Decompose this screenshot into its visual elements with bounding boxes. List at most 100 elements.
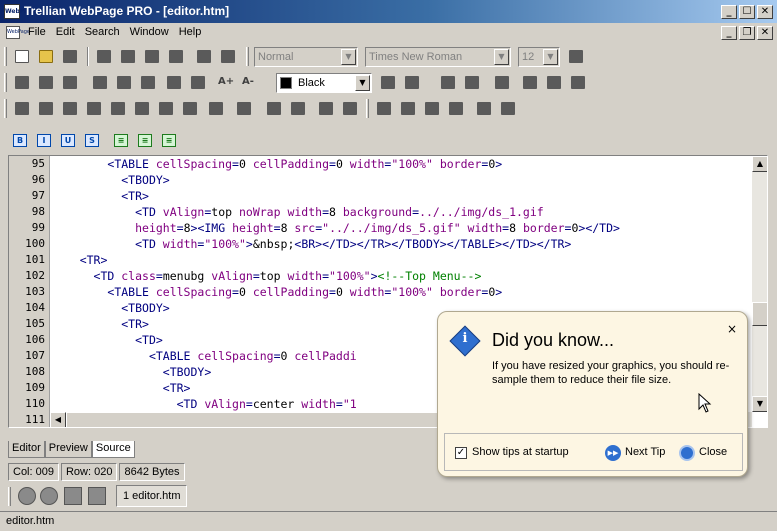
code-line[interactable]: <TD> — [52, 333, 163, 347]
show-tips-label[interactable]: Show tips at startup — [472, 446, 569, 458]
insert-object-button[interactable] — [206, 99, 226, 118]
menu-window[interactable]: Window — [130, 26, 177, 38]
code-line[interactable]: <TBODY> — [52, 301, 169, 315]
table-insert-row-button[interactable] — [374, 99, 394, 118]
doc-minimize-button[interactable]: _ — [721, 26, 737, 40]
chevron-down-icon[interactable]: ▼ — [543, 49, 558, 65]
insert-rule-button[interactable] — [108, 99, 128, 118]
horizontal-scroll-thumb[interactable] — [66, 412, 446, 427]
highlight-button[interactable] — [402, 73, 422, 92]
close-tip-button[interactable]: Close — [699, 446, 727, 458]
code-line[interactable]: <TBODY> — [52, 173, 169, 187]
scroll-left-button[interactable]: ◀ — [50, 412, 66, 427]
code-line[interactable]: height=8><IMG height=8 src="../../img/ds… — [52, 221, 620, 235]
layer-order-button[interactable] — [340, 99, 360, 118]
cut-button[interactable] — [94, 47, 114, 66]
text-color-combo[interactable]: Black ▼ — [276, 73, 372, 93]
code-line[interactable]: <TR> — [52, 317, 149, 331]
underline-tag-button[interactable]: U — [61, 134, 75, 147]
close-tip-icon[interactable] — [679, 445, 695, 461]
insert-image-button[interactable] — [12, 99, 32, 118]
insert-table-button[interactable] — [36, 99, 56, 118]
font-family-combo[interactable]: Times New Roman ▼ — [365, 47, 511, 67]
tile-windows-icon[interactable] — [88, 487, 106, 505]
align-right-button[interactable] — [60, 73, 80, 92]
forward-icon[interactable] — [40, 487, 58, 505]
maximize-button[interactable]: ☐ — [739, 5, 755, 19]
show-tips-checkbox[interactable]: ✓ — [455, 447, 467, 459]
menu-edit[interactable]: Edit — [56, 26, 83, 38]
strike-tag-button[interactable]: S — [85, 134, 99, 147]
doc-close-button[interactable]: ✕ — [757, 26, 773, 40]
toolbar-grip[interactable] — [8, 487, 11, 506]
insert-page-button[interactable] — [234, 99, 254, 118]
doc-restore-button[interactable]: ❐ — [739, 26, 755, 40]
layer-button[interactable] — [316, 99, 336, 118]
insert-list-button[interactable] — [84, 99, 104, 118]
insert-anchor-button[interactable] — [180, 99, 200, 118]
tag-tool-button[interactable] — [544, 73, 564, 92]
toolbar-grip[interactable] — [366, 99, 369, 118]
insert-form-button[interactable] — [60, 99, 80, 118]
vertical-scrollbar[interactable]: ▲ ▼ — [752, 156, 767, 412]
undo-button[interactable] — [194, 47, 214, 66]
properties-button[interactable] — [520, 73, 540, 92]
toolbar-grip[interactable] — [4, 99, 7, 118]
insert-code-button[interactable] — [156, 99, 176, 118]
fill-color-button[interactable] — [378, 73, 398, 92]
indent-button[interactable] — [164, 73, 184, 92]
paragraph-mark-button[interactable] — [492, 73, 512, 92]
table-split-button[interactable] — [446, 99, 466, 118]
code-line[interactable]: <TD vAlign=top noWrap width=8 background… — [52, 205, 544, 219]
chevron-down-icon[interactable]: ▼ — [341, 49, 356, 65]
table-merge-button[interactable] — [422, 99, 442, 118]
underline-tool-button[interactable] — [138, 73, 158, 92]
bold-tool-button[interactable] — [90, 73, 110, 92]
delete-button[interactable] — [166, 47, 186, 66]
toolbar-grip[interactable] — [246, 47, 249, 66]
font-size-combo[interactable]: 12 ▼ — [518, 47, 560, 67]
numbered-list-button[interactable] — [288, 99, 308, 118]
table-insert-col-button[interactable] — [398, 99, 418, 118]
font-size-decrease-button[interactable]: A- — [242, 76, 254, 87]
align-right-tag-button[interactable]: ≡ — [162, 134, 176, 147]
code-line[interactable]: <TABLE cellSpacing=0 cellPaddi — [52, 349, 357, 363]
chevron-down-icon[interactable]: ▼ — [494, 49, 509, 65]
paste-button[interactable] — [142, 47, 162, 66]
next-tip-button[interactable]: Next Tip — [625, 446, 665, 458]
align-center-tag-button[interactable]: ≡ — [138, 134, 152, 147]
code-line[interactable]: <TR> — [52, 253, 108, 267]
insert-frame-button[interactable] — [132, 99, 152, 118]
code-line[interactable]: <TR> — [52, 189, 149, 203]
cascade-windows-icon[interactable] — [64, 487, 82, 505]
spell-check-button[interactable] — [438, 73, 458, 92]
open-file-button[interactable] — [36, 47, 56, 66]
outdent-button[interactable] — [188, 73, 208, 92]
italic-tag-button[interactable]: I — [37, 134, 51, 147]
toolbar-grip[interactable] — [4, 47, 7, 66]
document-tab[interactable]: 1 editor.htm — [116, 485, 188, 507]
find-replace-button[interactable] — [462, 73, 482, 92]
italic-tool-button[interactable] — [114, 73, 134, 92]
toolbar-grip[interactable] — [4, 73, 7, 92]
bold-tag-button[interactable]: B — [13, 134, 27, 147]
code-line[interactable]: <TD vAlign=center width="1 — [52, 397, 357, 411]
back-icon[interactable] — [18, 487, 36, 505]
menu-file[interactable]: File — [28, 26, 54, 38]
tab-preview[interactable]: Preview — [44, 441, 92, 458]
new-file-button[interactable] — [12, 47, 32, 66]
font-size-increase-button[interactable]: A+ — [218, 76, 234, 87]
tab-source[interactable]: Source — [91, 441, 135, 458]
scroll-up-button[interactable]: ▲ — [752, 156, 767, 172]
tab-editor[interactable]: Editor — [8, 441, 45, 458]
menu-search[interactable]: Search — [85, 26, 128, 38]
font-dialog-button[interactable] — [566, 47, 586, 66]
tip-close-icon[interactable]: × — [727, 322, 737, 336]
cell-properties-button[interactable] — [498, 99, 518, 118]
code-line[interactable]: <TABLE cellSpacing=0 cellPadding=0 width… — [52, 157, 502, 171]
vertical-scroll-thumb[interactable] — [752, 302, 767, 326]
document-icon[interactable]: WebPage — [6, 26, 30, 39]
copy-button[interactable] — [118, 47, 138, 66]
code-line[interactable]: <TABLE cellSpacing=0 cellPadding=0 width… — [52, 285, 502, 299]
save-button[interactable] — [60, 47, 80, 66]
